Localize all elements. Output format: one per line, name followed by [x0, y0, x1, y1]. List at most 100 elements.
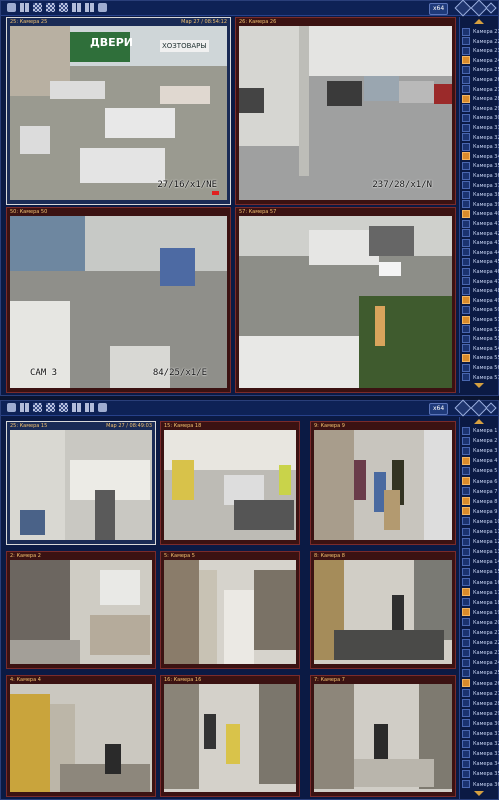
camera-toggle-checkbox[interactable]	[462, 344, 470, 353]
camera-list-item[interactable]: Камера 25	[462, 65, 499, 75]
camera-list-item[interactable]: Камера 18	[462, 598, 499, 608]
camera-list-item[interactable]: Камера 32	[462, 739, 499, 749]
camera-list-item[interactable]: Камера 28	[462, 699, 499, 709]
camera-list-item[interactable]: Камера 5	[462, 466, 497, 476]
camera-list-item[interactable]: Камера 4	[462, 456, 497, 466]
camera-toggle-checkbox[interactable]	[462, 729, 470, 738]
camera-tile[interactable]: 9: Камера 9	[310, 421, 456, 545]
camera-list-item[interactable]: Камера 26	[462, 75, 499, 85]
camera-toggle-checkbox[interactable]	[462, 171, 470, 180]
camera-toggle-checkbox[interactable]	[462, 709, 470, 718]
camera-list-item[interactable]: Камера 42	[462, 229, 499, 239]
camera-list-item[interactable]: Камера 40	[462, 209, 499, 219]
camera-toggle-checkbox[interactable]	[462, 315, 470, 324]
camera-list-item[interactable]: Камера 10	[462, 517, 499, 527]
camera-tile[interactable]: 2: Камера 2	[6, 551, 156, 669]
zoom-button[interactable]: x64	[429, 3, 449, 15]
camera-list-item[interactable]: Камера 31	[462, 123, 499, 133]
settings-icon[interactable]	[98, 3, 107, 12]
layout-1-icon[interactable]	[7, 403, 16, 412]
layout-1-icon[interactable]	[7, 3, 16, 12]
camera-toggle-checkbox[interactable]	[462, 56, 470, 65]
camera-toggle-checkbox[interactable]	[462, 257, 470, 266]
camera-list-item[interactable]: Камера 35	[462, 769, 499, 779]
camera-list-item[interactable]: Камера 47	[462, 277, 499, 287]
camera-tile[interactable]: 50: Камера 50 CAM 3 84/25/x1/E	[6, 207, 231, 393]
camera-toggle-checkbox[interactable]	[462, 648, 470, 657]
camera-list-item[interactable]: Камера 29	[462, 104, 499, 114]
layout-16-icon[interactable]	[46, 403, 55, 412]
camera-toggle-checkbox[interactable]	[462, 123, 470, 132]
camera-toggle-checkbox[interactable]	[462, 739, 470, 748]
camera-toggle-checkbox[interactable]	[462, 209, 470, 218]
scroll-up-icon[interactable]	[474, 19, 484, 24]
camera-list-item[interactable]: Камера 8	[462, 497, 497, 507]
camera-tile[interactable]: 25: Камера 15 Мар 27 / 08:49:03	[6, 421, 156, 545]
camera-toggle-checkbox[interactable]	[462, 94, 470, 103]
camera-toggle-checkbox[interactable]	[462, 780, 470, 788]
camera-list-item[interactable]: Камера 28	[462, 94, 499, 104]
camera-toggle-checkbox[interactable]	[462, 363, 470, 372]
camera-list-item[interactable]: Камера 27	[462, 689, 499, 699]
camera-list-item[interactable]: Камера 33	[462, 749, 499, 759]
camera-list-item[interactable]: Камера 26	[462, 679, 499, 689]
camera-list-item[interactable]: Камера 55	[462, 353, 499, 363]
camera-list-item[interactable]: Камера 7	[462, 487, 497, 497]
camera-toggle-checkbox[interactable]	[462, 658, 470, 667]
camera-toggle-checkbox[interactable]	[462, 238, 470, 247]
camera-list-item[interactable]: Камера 11	[462, 527, 499, 537]
camera-toggle-checkbox[interactable]	[462, 37, 470, 46]
camera-toggle-checkbox[interactable]	[462, 286, 470, 295]
camera-toggle-checkbox[interactable]	[462, 27, 470, 36]
layout-wide-icon[interactable]	[85, 403, 94, 412]
camera-tile[interactable]: 15: Камера 18	[160, 421, 300, 545]
camera-list-item[interactable]: Камера 13	[462, 547, 499, 557]
camera-toggle-checkbox[interactable]	[462, 497, 470, 506]
camera-list-item[interactable]: Камера 45	[462, 257, 499, 267]
camera-list-item[interactable]: Камера 16	[462, 578, 499, 588]
camera-tile[interactable]: 7: Камера 7	[310, 675, 456, 797]
camera-list-item[interactable]: Камера 46	[462, 267, 499, 277]
camera-toggle-checkbox[interactable]	[462, 507, 470, 516]
camera-list-item[interactable]: Камера 19	[462, 608, 499, 618]
nav-diamond-icon[interactable]	[485, 2, 497, 14]
camera-list-item[interactable]: Камера 34	[462, 152, 499, 162]
camera-toggle-checkbox[interactable]	[462, 517, 470, 526]
camera-toggle-checkbox[interactable]	[462, 699, 470, 708]
camera-list-item[interactable]: Камера 53	[462, 334, 499, 344]
scroll-down-icon[interactable]	[474, 383, 484, 389]
scroll-up-icon[interactable]	[474, 419, 484, 424]
camera-tile[interactable]: 57: Камера 57	[235, 207, 456, 393]
camera-tile[interactable]: 4: Камера 4	[6, 675, 156, 797]
camera-toggle-checkbox[interactable]	[462, 477, 470, 485]
camera-list-item[interactable]: Камера 17	[462, 588, 499, 598]
layout-wide-icon[interactable]	[85, 3, 94, 12]
layout-9-icon[interactable]	[33, 403, 42, 412]
camera-toggle-checkbox[interactable]	[462, 229, 470, 238]
camera-list-item[interactable]: Камера 31	[462, 729, 499, 739]
camera-toggle-checkbox[interactable]	[462, 668, 470, 677]
camera-toggle-checkbox[interactable]	[462, 305, 470, 314]
camera-list-item[interactable]: Камера 29	[462, 709, 499, 719]
camera-toggle-checkbox[interactable]	[462, 200, 470, 209]
camera-toggle-checkbox[interactable]	[462, 46, 470, 55]
camera-list-item[interactable]: Камера 50	[462, 305, 499, 315]
camera-list-item[interactable]: Камера 44	[462, 248, 499, 258]
camera-toggle-checkbox[interactable]	[462, 608, 470, 617]
camera-toggle-checkbox[interactable]	[462, 578, 470, 586]
camera-toggle-checkbox[interactable]	[462, 446, 470, 455]
camera-toggle-checkbox[interactable]	[462, 296, 470, 305]
camera-toggle-checkbox[interactable]	[462, 628, 470, 637]
camera-list-item[interactable]: Камера 6	[462, 477, 497, 487]
camera-tile[interactable]: 16: Камера 16	[160, 675, 300, 797]
camera-toggle-checkbox[interactable]	[462, 373, 470, 382]
camera-toggle-checkbox[interactable]	[462, 133, 470, 142]
camera-toggle-checkbox[interactable]	[462, 638, 470, 647]
camera-toggle-checkbox[interactable]	[462, 436, 470, 445]
camera-toggle-checkbox[interactable]	[462, 426, 470, 435]
camera-toggle-checkbox[interactable]	[462, 598, 470, 607]
camera-toggle-checkbox[interactable]	[462, 248, 470, 257]
settings-icon[interactable]	[98, 403, 107, 412]
nav-diamond-icon[interactable]	[454, 399, 472, 417]
layout-custom-icon[interactable]	[72, 403, 81, 412]
